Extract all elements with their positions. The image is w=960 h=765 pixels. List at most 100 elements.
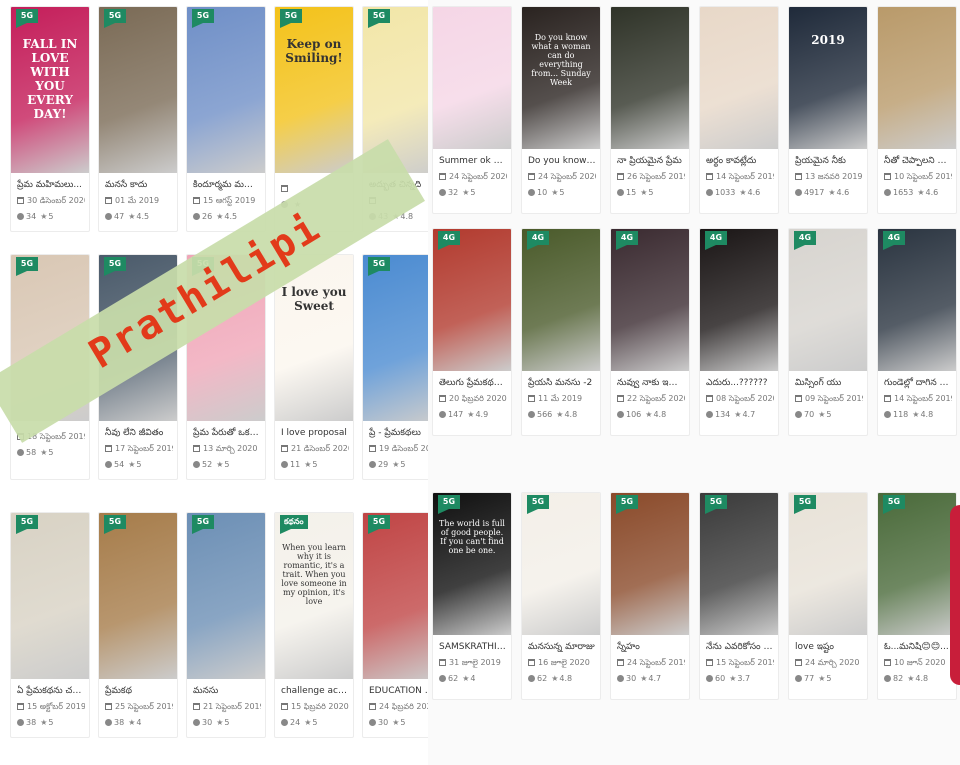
cover-art — [700, 7, 778, 149]
story-title[interactable]: Do you know what a... — [528, 155, 596, 167]
story-title[interactable]: ఎదురు...?????? — [706, 377, 774, 389]
story-cover-image[interactable]: 5G — [611, 493, 689, 635]
story-title[interactable]: Summer ok proposed... — [439, 155, 507, 167]
story-cover-image[interactable]: 5G — [99, 513, 177, 679]
story-cover-image[interactable]: 4G — [433, 229, 511, 371]
story-title[interactable]: మనసున్న మారాజు — [528, 641, 596, 653]
story-cover-image[interactable]: 5G — [522, 493, 600, 635]
story-card[interactable]: 5G మనసు 21 సెప్టెంబర్ 2019 30 ★5 — [186, 512, 266, 738]
story-cover-image[interactable]: 5G — [187, 513, 265, 679]
story-title[interactable]: ప్రేమ మహిమలు... — [17, 179, 85, 191]
story-card[interactable]: 5G ఓ...మనిషి😊😊... 10 జూన్ 2020 82 ★4.8 — [877, 492, 957, 700]
story-title[interactable]: SAMSKRATHI THE MA... — [439, 641, 507, 653]
story-cover-image[interactable]: 5G — [187, 7, 265, 173]
story-card[interactable]: FALL IN LOVE WITH YOU EVERY DAY! 5G ప్రేమ … — [10, 6, 90, 232]
story-title[interactable]: ప్రేయసి మనసు -2 — [528, 377, 596, 389]
story-title[interactable]: challenge accepted😍 — [281, 685, 349, 697]
story-card[interactable]: I love you Sweet I love proposal 21 డిసెంబ… — [274, 254, 354, 480]
story-title[interactable]: స్నేహం — [617, 641, 685, 653]
story-title[interactable]: కిందూర్మమ మహ... — [193, 179, 261, 191]
story-title[interactable]: నీతో చెప్పాలని ఉంది — [884, 155, 952, 167]
story-title[interactable]: అర్థం కావట్లేదు — [706, 155, 774, 167]
story-meta: మనసు 21 సెప్టెంబర్ 2019 30 ★5 — [193, 685, 261, 729]
story-card[interactable]: 5G మనసే కాదు 01 మే 2019 47 ★4.5 — [98, 6, 178, 232]
story-cover-image[interactable]: 5G — [99, 7, 177, 173]
views-icon — [795, 411, 802, 418]
story-title[interactable]: గుండెల్లో దాగిన ప్రేమ... — [884, 377, 952, 389]
story-title[interactable]: ప్రే - ప్రేమకథలు — [369, 427, 437, 439]
story-cover-image[interactable] — [433, 7, 511, 149]
story-cover-image[interactable]: 4G — [611, 229, 689, 371]
story-cover-image[interactable]: 4G — [700, 229, 778, 371]
story-card[interactable]: అర్థం కావట్లేదు 14 సెప్టెంబర్ 2019 1033 ★4.… — [699, 6, 779, 214]
story-date-text: 16 జూలై 2020 — [538, 658, 590, 667]
story-cover-image[interactable]: 4G — [789, 229, 867, 371]
story-cover-image[interactable]: Keep on Smiling! 5G — [275, 7, 353, 173]
views-icon — [884, 411, 891, 418]
story-card[interactable]: 5G స్నేహం 24 సెప్టెంబర్ 2019 30 ★4.7 — [610, 492, 690, 700]
story-cover-image[interactable]: The world is full of good people. If you… — [433, 493, 511, 635]
story-card[interactable]: 2019 ప్రియమైన నీకు 13 జనవరి 2019 4917 ★4.6 — [788, 6, 868, 214]
story-card[interactable]: 5G మనసున్న మారాజు 16 జూలై 2020 62 ★4.8 — [521, 492, 601, 700]
story-cover-image[interactable]: 4G — [522, 229, 600, 371]
story-cover-image[interactable]: 5G — [700, 493, 778, 635]
story-card[interactable]: Do you know what a woman can do everythi… — [521, 6, 601, 214]
story-title[interactable]: నీవు లేని జీవితం — [105, 427, 173, 439]
story-card[interactable]: 4G మిస్సింగ్ యు 09 సెప్టెంబర్ 2019 70 ★5 — [788, 228, 868, 436]
story-cover-image[interactable] — [700, 7, 778, 149]
story-card[interactable]: 4G ప్రేయసి మనసు -2 11 మే 2019 566 ★4.8 — [521, 228, 601, 436]
story-card[interactable]: Summer ok proposed... 24 సెప్టెంబర్ 2020 3… — [432, 6, 512, 214]
story-cover-image[interactable] — [611, 7, 689, 149]
story-cover-image[interactable]: 4G — [878, 229, 956, 371]
story-card[interactable]: 4G తెలుగు ప్రేమకథలు -2 20 ఫిబ్రవరి 2020 147… — [432, 228, 512, 436]
story-title[interactable]: EDUCATION SYST... — [369, 685, 437, 697]
story-cover-image[interactable]: 5G — [789, 493, 867, 635]
calendar-icon — [884, 173, 891, 180]
story-cover-image[interactable]: FALL IN LOVE WITH YOU EVERY DAY! 5G — [11, 7, 89, 173]
story-card[interactable]: 5G love ఇష్టం 24 మార్చి 2020 77 ★5 — [788, 492, 868, 700]
story-card[interactable]: 5G కిందూర్మమ మహ... 15 ఆగస్ట్ 2019 26 ★4.5 — [186, 6, 266, 232]
story-title[interactable]: మనసు — [193, 685, 261, 697]
story-title[interactable]: ప్రేమకథ — [105, 685, 173, 697]
story-title[interactable]: ఓ...మనిషి😊😊... — [884, 641, 952, 653]
story-cover-image[interactable]: Do you know what a woman can do everythi… — [522, 7, 600, 149]
story-views: 118 — [893, 410, 909, 419]
story-cover-image[interactable]: When you learn why it is romantic, it's … — [275, 513, 353, 679]
star-icon: ★ — [640, 674, 648, 683]
story-title[interactable]: ప్రియమైన నీకు — [795, 155, 863, 167]
views-icon — [281, 461, 288, 468]
story-title[interactable]: ఏ ప్రేమకథను చదవండి — [17, 685, 85, 697]
story-title[interactable]: తెలుగు ప్రేమకథలు -2 — [439, 377, 507, 389]
story-title[interactable]: ప్రేమ పేరుతో ఒక ప్రేమ... — [193, 427, 261, 439]
story-title[interactable]: మనసే కాదు — [105, 179, 173, 191]
scroll-edge-tab[interactable] — [950, 505, 960, 685]
story-card[interactable]: The world is full of good people. If you… — [432, 492, 512, 700]
story-card[interactable]: When you learn why it is romantic, it's … — [274, 512, 354, 738]
story-card[interactable]: 4G నువ్వు నాకు ఇష్టం... 22 సెప్టెంబర్ 2020… — [610, 228, 690, 436]
story-title[interactable]: నువ్వు నాకు ఇష్టం... — [617, 377, 685, 389]
story-cover-image[interactable]: 2019 — [789, 7, 867, 149]
story-cover-image[interactable]: 5G — [11, 513, 89, 679]
story-card[interactable]: 4G ఎదురు...?????? 08 సెప్టెంబర్ 2020 134 ★4.… — [699, 228, 779, 436]
story-card[interactable]: 5G ప్రేమకథ 25 సెప్టెంబర్ 2019 38 ★4 — [98, 512, 178, 738]
views-icon — [439, 189, 446, 196]
story-stats: 15 ★5 — [617, 187, 685, 199]
story-card[interactable]: నీతో చెప్పాలని ఉంది 10 సెప్టెంబర్ 2019 165… — [877, 6, 957, 214]
story-rating: 4.7 — [742, 410, 756, 419]
story-badge: 5G — [368, 515, 390, 534]
story-title[interactable]: నా ప్రియమైన ప్రేమ — [617, 155, 685, 167]
story-title[interactable]: మిస్సింగ్ యు — [795, 377, 863, 389]
story-title[interactable]: నేను ఎవరికోసం వచ... — [706, 641, 774, 653]
story-card[interactable]: నా ప్రియమైన ప్రేమ 26 సెప్టెంబర్ 2019 15 ★5 — [610, 6, 690, 214]
story-card[interactable]: 5G ఏ ప్రేమకథను చదవండి 15 అక్టోబర్ 2019 38★5 — [10, 512, 90, 738]
story-stats: 118 ★4.8 — [884, 409, 952, 421]
story-cover-image[interactable]: 5G — [878, 493, 956, 635]
story-cover-image[interactable] — [878, 7, 956, 149]
story-card[interactable]: 5G నేను ఎవరికోసం వచ... 15 సెప్టెంబర్ 2019 6… — [699, 492, 779, 700]
story-rating: 5 — [48, 718, 54, 727]
story-card[interactable]: 4G గుండెల్లో దాగిన ప్రేమ... 14 సెప్టెంబర్ … — [877, 228, 957, 436]
story-title[interactable]: I love proposal — [281, 427, 349, 439]
story-rating: 4.8 — [559, 674, 573, 683]
story-title[interactable]: love ఇష్టం — [795, 641, 863, 653]
cover-caption: Do you know what a woman can do everythi… — [531, 33, 591, 87]
